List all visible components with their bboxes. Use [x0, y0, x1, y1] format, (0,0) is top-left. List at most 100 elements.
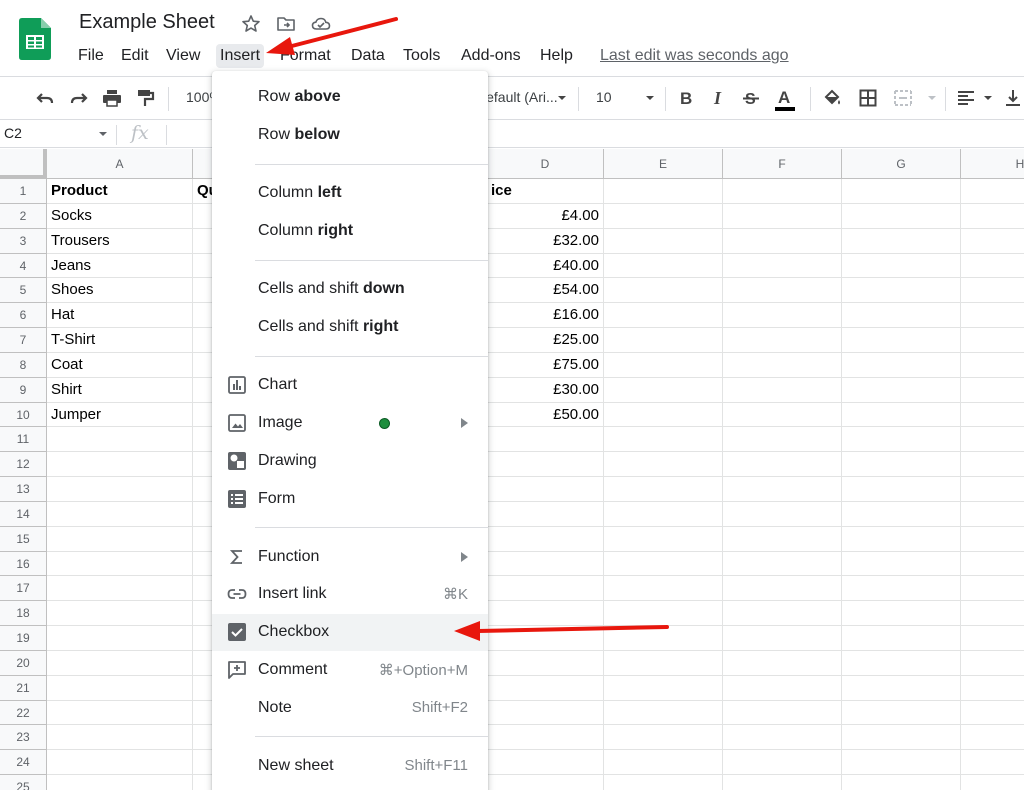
row-header[interactable]: 21 — [0, 675, 47, 701]
cell[interactable] — [604, 700, 723, 726]
menu-edit[interactable]: Edit — [117, 44, 153, 68]
cell[interactable] — [842, 253, 961, 279]
column-header-g[interactable]: G — [842, 149, 961, 179]
cell[interactable] — [604, 402, 723, 428]
cell[interactable] — [604, 725, 723, 751]
cell[interactable] — [723, 203, 842, 229]
cell[interactable] — [961, 725, 1024, 751]
cell[interactable] — [47, 452, 193, 478]
column-header-e[interactable]: E — [604, 149, 723, 179]
bold-icon[interactable]: B — [676, 88, 696, 108]
redo-icon[interactable] — [69, 88, 89, 108]
cell[interactable] — [842, 601, 961, 627]
cell[interactable] — [723, 601, 842, 627]
cell[interactable]: £30.00 — [487, 377, 604, 403]
cell[interactable] — [842, 402, 961, 428]
menu-item-checkbox[interactable]: Checkbox — [212, 614, 488, 651]
cell[interactable] — [47, 526, 193, 552]
cell[interactable] — [487, 452, 604, 478]
cell[interactable] — [604, 501, 723, 527]
cell[interactable]: £16.00 — [487, 303, 604, 329]
cell[interactable] — [604, 427, 723, 453]
cell[interactable] — [961, 179, 1024, 204]
row-header[interactable]: 24 — [0, 750, 47, 776]
cell[interactable]: £4.00 — [487, 203, 604, 229]
cell[interactable] — [961, 378, 1024, 403]
cell[interactable] — [842, 328, 961, 353]
cell[interactable]: £50.00 — [487, 402, 604, 428]
cell[interactable]: Trousers — [47, 228, 193, 254]
cell[interactable] — [723, 700, 842, 726]
menu-view[interactable]: View — [162, 44, 204, 68]
row-header[interactable]: 1 — [0, 179, 47, 204]
cell[interactable] — [842, 725, 961, 751]
cell[interactable] — [487, 601, 604, 627]
cell[interactable] — [487, 477, 604, 502]
cell[interactable] — [723, 501, 842, 527]
cell[interactable] — [47, 675, 193, 701]
cell[interactable] — [723, 650, 842, 676]
row-header[interactable]: 13 — [0, 477, 47, 502]
menu-item-form[interactable]: Form — [212, 481, 488, 518]
paint-format-icon[interactable] — [135, 88, 155, 108]
cell[interactable] — [842, 750, 961, 776]
cell[interactable]: £25.00 — [487, 328, 604, 353]
row-header[interactable]: 4 — [0, 253, 47, 279]
row-header[interactable]: 10 — [0, 402, 47, 428]
cell[interactable]: Jeans — [47, 253, 193, 279]
cell[interactable] — [723, 228, 842, 254]
column-header-f[interactable]: F — [723, 149, 842, 179]
cell[interactable] — [842, 179, 961, 204]
cell[interactable] — [604, 228, 723, 254]
cell[interactable] — [604, 601, 723, 627]
cell[interactable] — [487, 650, 604, 676]
cell[interactable] — [842, 626, 961, 651]
cell[interactable] — [487, 551, 604, 577]
menu-add-ons[interactable]: Add-ons — [457, 44, 525, 68]
cell[interactable] — [961, 576, 1024, 602]
cell[interactable] — [961, 353, 1024, 378]
cell[interactable] — [604, 328, 723, 353]
cloud-status-icon[interactable] — [311, 14, 331, 34]
star-icon[interactable] — [241, 14, 261, 34]
cell[interactable] — [842, 700, 961, 726]
align-left-icon[interactable] — [956, 88, 976, 108]
cell[interactable] — [47, 650, 193, 676]
cell[interactable] — [842, 551, 961, 577]
borders-icon[interactable] — [858, 88, 878, 108]
cell[interactable] — [961, 254, 1024, 279]
cell[interactable] — [604, 650, 723, 676]
menu-tools[interactable]: Tools — [399, 44, 444, 68]
cell[interactable] — [47, 477, 193, 502]
cell[interactable] — [961, 427, 1024, 453]
cell[interactable] — [47, 700, 193, 726]
chevron-down-icon[interactable] — [978, 88, 998, 108]
chevron-down-icon[interactable] — [552, 88, 572, 108]
row-header[interactable]: 15 — [0, 526, 47, 552]
undo-icon[interactable] — [35, 88, 55, 108]
cell[interactable]: Coat — [47, 352, 193, 378]
cell[interactable] — [604, 452, 723, 478]
row-header[interactable]: 11 — [0, 427, 47, 453]
cell[interactable]: £75.00 — [487, 352, 604, 378]
cell[interactable] — [604, 576, 723, 602]
menu-insert[interactable]: Insert — [216, 44, 265, 68]
column-header-a[interactable]: A — [47, 149, 193, 179]
cell[interactable] — [723, 179, 842, 204]
cell[interactable] — [842, 452, 961, 478]
cell[interactable] — [487, 501, 604, 527]
cell[interactable] — [604, 526, 723, 552]
menu-help[interactable]: Help — [536, 44, 577, 68]
print-icon[interactable] — [102, 88, 122, 108]
google-sheets-logo-icon[interactable] — [19, 18, 51, 60]
vertical-align-bottom-icon[interactable] — [1003, 88, 1023, 108]
cell[interactable] — [604, 551, 723, 577]
cell[interactable] — [47, 551, 193, 577]
last-edit-link[interactable]: Last edit was seconds ago — [600, 44, 789, 68]
cell[interactable] — [842, 203, 961, 229]
cell[interactable] — [604, 775, 723, 790]
cell[interactable] — [604, 377, 723, 403]
cell[interactable]: £54.00 — [487, 278, 604, 304]
font-family-select[interactable]: Default (Ari... — [476, 89, 558, 105]
merge-cells-icon[interactable] — [893, 88, 913, 108]
